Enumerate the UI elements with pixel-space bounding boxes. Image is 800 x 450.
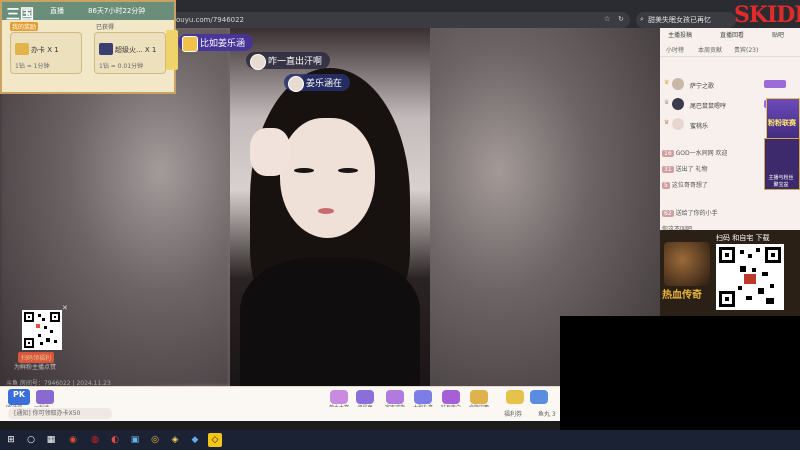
chrome-icon[interactable]: ◉ (66, 433, 80, 447)
qr-code-pattern (24, 312, 60, 348)
qr-code[interactable] (716, 244, 784, 310)
browser-search-box[interactable]: 甜美失眠女孩已再忆 (636, 12, 736, 28)
star-icon[interactable]: ☆ (604, 15, 610, 23)
gift-reward-panel: 三国 直播 86天7小时22分钟 我的奖励 办卡 X 1 1钻 = 1分钟 已获… (0, 0, 178, 94)
gift-badge-right: 已获得 (96, 24, 115, 31)
tab-forum[interactable]: 贴吧 (772, 30, 784, 39)
gift-icon (470, 390, 488, 404)
qr-code[interactable] (22, 310, 62, 350)
game-character-image (664, 242, 710, 286)
gift-card-left[interactable]: 办卡 X 1 1钻 = 1分钟 (10, 32, 82, 74)
gift-card-name: 超级火... X 1 (115, 46, 157, 54)
crown-icon: ♛ (664, 119, 670, 126)
avatar (288, 76, 304, 92)
task-view-icon[interactable]: ▦ (44, 433, 58, 447)
close-icon[interactable]: ✕ (62, 304, 68, 312)
danmaku-bubble: 比如姜乐涵 (178, 34, 254, 52)
app-icon[interactable]: ◎ (148, 433, 162, 447)
search-icon[interactable]: ○ (24, 433, 38, 447)
streamer-eye-right (338, 168, 358, 173)
danmaku-text: 姜乐涵在 (306, 79, 343, 89)
gift-icon (442, 390, 460, 404)
game-ad-title: 扫码 和自宅 下载 (716, 234, 770, 242)
tab-week-contrib[interactable]: 本周贡献 (698, 45, 722, 54)
gift-card-name: 办卡 X 1 (31, 46, 59, 54)
event-banner-secondary-title: 主播与粉丝 聚宝盆 (768, 175, 794, 188)
crown-icon: ♛ (664, 99, 670, 106)
avatar (672, 78, 684, 90)
gift-icon (414, 390, 432, 404)
gift-icon (356, 390, 374, 404)
gift-badge-left: 我的奖励 (10, 22, 39, 31)
tab-replays[interactable]: 直播回看 (720, 30, 744, 39)
streamer-face (280, 118, 375, 238)
gift-card-rate: 1钻 = 0.01分钟 (99, 63, 144, 70)
watermark-logo: SKIDDO (734, 2, 800, 28)
qr-code-pattern (719, 247, 781, 307)
rank-name: 尾巴鼠鼠嗯哼 (690, 103, 727, 110)
streamer-eye-left (294, 168, 314, 173)
tab-hour-rank[interactable]: 小时榜 (666, 45, 684, 54)
streamer-body (240, 258, 420, 386)
black-overlay (560, 316, 800, 430)
game-ad-logo: 热血传奇 (662, 290, 702, 301)
gift-icon (506, 390, 524, 404)
app-icon[interactable]: ◆ (188, 433, 202, 447)
search-icon: ⌕ (640, 15, 644, 23)
avatar (672, 98, 684, 110)
streamer-mouth (318, 208, 334, 214)
danmaku-text: 比如姜乐涵 (200, 39, 246, 49)
gift-card-icon (15, 43, 29, 55)
app-icon[interactable]: ◇ (208, 433, 222, 447)
crown-icon: ♛ (664, 79, 670, 86)
gift-icon (386, 390, 404, 404)
taskbar: ⊞ ○ ▦ ◉ ◍ ◐ ▣ ◎ ◈ ◆ ◇ (0, 430, 800, 450)
welfare-button[interactable]: 福利券 (504, 409, 522, 418)
level-badge (764, 80, 786, 88)
chat-message: 16 GOD一水同网 欢迎 (662, 150, 728, 157)
gift-card-rate: 1钻 = 1分钟 (15, 63, 50, 70)
danmaku-bubble: 咋一直出汗啊 (246, 52, 331, 70)
treasure-chest-icon[interactable] (166, 30, 178, 70)
app-icon[interactable]: ◐ (108, 433, 122, 447)
chat-message: 62 送给了你的小手 (662, 210, 718, 217)
gift-icon (530, 390, 548, 404)
avatar (250, 54, 266, 70)
gift-icon (330, 390, 348, 404)
event-banner-title: 粉粉联赛 (768, 119, 796, 127)
fish-ball-count: 鱼丸 3 (538, 411, 556, 418)
panel-logo: 三国 (6, 7, 34, 23)
streamer-hand (250, 128, 290, 176)
pk-badge[interactable]: PK (8, 389, 30, 405)
danmaku-bubble: 姜乐涵在 (284, 74, 351, 92)
app-icon[interactable]: ▣ (128, 433, 142, 447)
danmaku-text: 咋一直出汗啊 (268, 57, 323, 67)
refresh-icon[interactable]: ↻ (618, 15, 624, 23)
chat-message: 5 这位哥哥想了 (662, 182, 708, 189)
gift-box-icon (182, 36, 198, 52)
start-icon[interactable]: ⊞ (4, 433, 18, 447)
chat-input[interactable]: [通知] 你可领取办卡X50 (8, 408, 112, 419)
address-bar[interactable]: ouyu.com/7946022 (170, 12, 630, 28)
rank-row[interactable]: ♛ 萨宁之歌 (664, 76, 794, 94)
qr-subcaption: 为鲜粉主播点赞 (14, 364, 57, 371)
activity-icon[interactable] (36, 390, 54, 404)
live-duration: 86天7小时22分钟 (88, 7, 146, 15)
folder-icon[interactable]: ◈ (168, 433, 182, 447)
weibo-icon[interactable]: ◍ (88, 433, 102, 447)
rank-subtabs: 小时榜 本周贡献 贵宾(23) (660, 42, 800, 57)
rank-name: 蜜桃乐 (690, 123, 709, 130)
game-ad[interactable]: 扫码 和自宅 下载 热血传奇 (660, 230, 800, 316)
gift-card-icon (99, 43, 113, 55)
gift-card-right[interactable]: 超级火... X 1 1钻 = 0.01分钟 (94, 32, 166, 74)
chat-input-row: [通知] 你可领取办卡X50 福利券 鱼丸 3 (0, 407, 560, 421)
tab-uploads[interactable]: 主播投稿 (668, 30, 692, 39)
tab-vip[interactable]: 贵宾(23) (734, 45, 758, 54)
chat-message: 31 送出了 礼物 (662, 166, 708, 173)
avatar (672, 118, 684, 130)
rank-name: 萨宁之歌 (690, 83, 715, 90)
rank-label: 直播 (50, 7, 64, 15)
